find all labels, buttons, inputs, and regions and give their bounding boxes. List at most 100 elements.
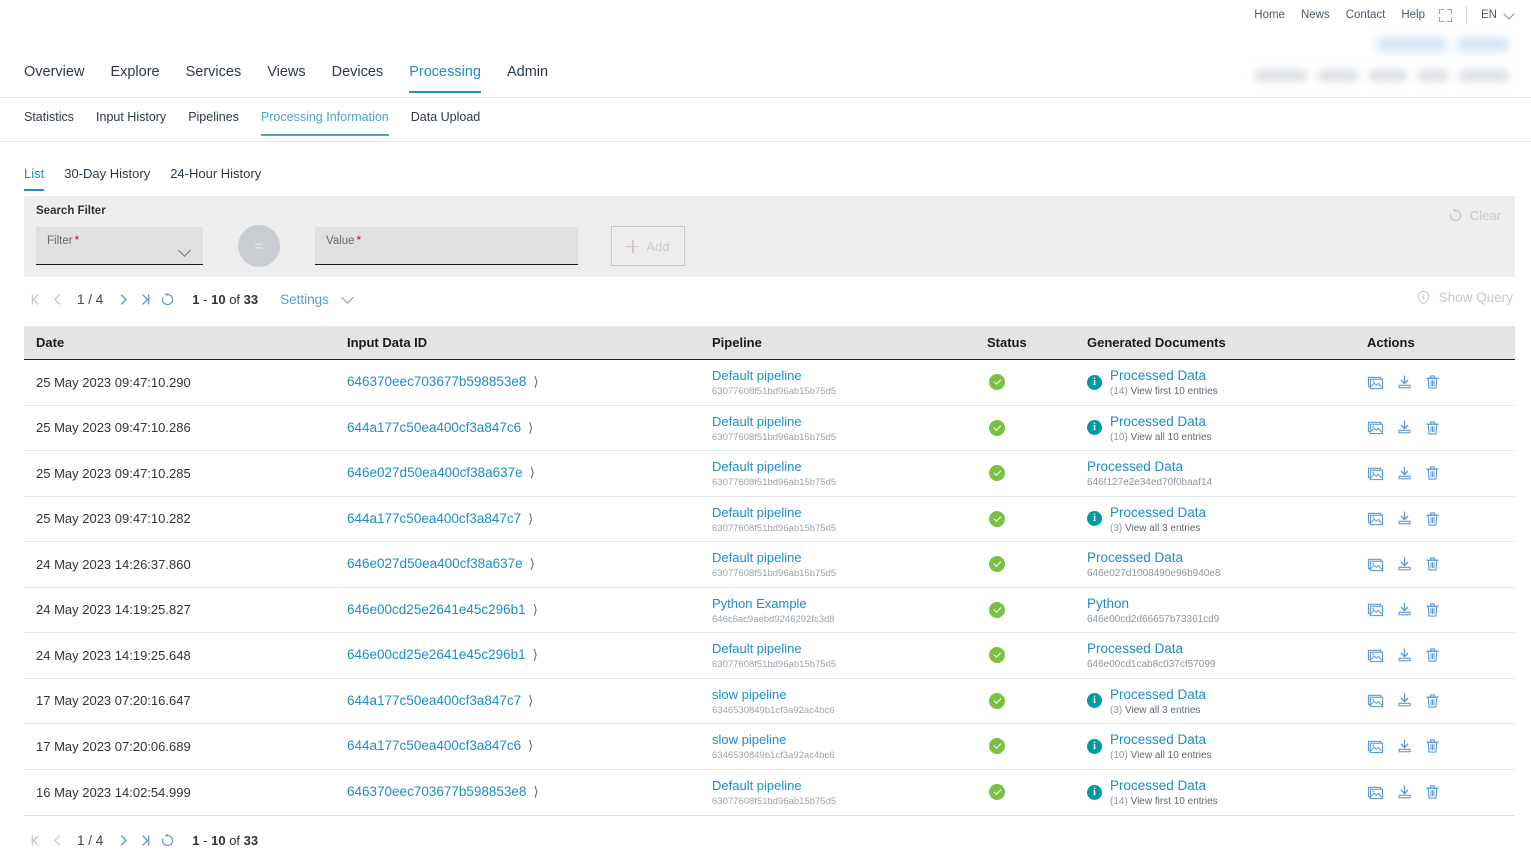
subnav-item-input-history[interactable]: Input History <box>96 110 166 135</box>
first-page-icon[interactable] <box>24 288 46 310</box>
next-page-icon[interactable] <box>112 829 134 851</box>
column-header-generated-documents[interactable]: Generated Documents <box>1087 335 1367 350</box>
download-icon[interactable] <box>1397 602 1412 617</box>
show-query-button[interactable]: Show Query <box>1416 290 1513 305</box>
generated-document-link[interactable]: Processed Data <box>1110 778 1206 793</box>
pipeline-link[interactable]: Python Example <box>712 596 807 611</box>
pipeline-link[interactable]: Default pipeline <box>712 505 802 520</box>
image-preview-icon[interactable] <box>1367 739 1384 754</box>
input-data-id-link[interactable]: 644a177c50ea400cf3a847c7 <box>347 693 521 708</box>
image-preview-icon[interactable] <box>1367 466 1384 481</box>
info-icon[interactable]: i <box>1087 375 1102 390</box>
filter-select[interactable]: Filter* <box>36 227 203 265</box>
expand-chevron-icon[interactable]: ⟩ <box>533 784 538 799</box>
input-data-id-link[interactable]: 646370eec703677b598853e8 <box>347 374 526 389</box>
topbar-link-news[interactable]: News <box>1301 9 1330 21</box>
pipeline-link[interactable]: Default pipeline <box>712 778 802 793</box>
first-page-icon[interactable] <box>24 829 46 851</box>
expand-chevron-icon[interactable]: ⟩ <box>530 556 535 571</box>
image-preview-icon[interactable] <box>1367 602 1384 617</box>
generated-document-entries[interactable]: (3) View all 3 entries <box>1110 523 1206 534</box>
subnav-item-data-upload[interactable]: Data Upload <box>411 110 481 135</box>
nav-item-overview[interactable]: Overview <box>24 64 84 92</box>
nav-item-devices[interactable]: Devices <box>332 64 384 92</box>
add-filter-button[interactable]: Add <box>611 226 685 266</box>
generated-document-entries[interactable]: (3) View all 3 entries <box>1110 705 1206 716</box>
delete-icon[interactable] <box>1425 374 1440 390</box>
input-data-id-link[interactable]: 646370eec703677b598853e8 <box>347 784 526 799</box>
input-data-id-link[interactable]: 644a177c50ea400cf3a847c7 <box>347 511 521 526</box>
filter-operator-button[interactable]: = <box>238 225 280 267</box>
generated-document-link[interactable]: Processed Data <box>1087 550 1183 565</box>
nav-item-views[interactable]: Views <box>267 64 305 92</box>
delete-icon[interactable] <box>1425 465 1440 481</box>
filter-value-input[interactable]: Value* <box>315 227 578 265</box>
image-preview-icon[interactable] <box>1367 511 1384 526</box>
expand-chevron-icon[interactable]: ⟩ <box>528 693 533 708</box>
tab-list[interactable]: List <box>24 166 44 191</box>
last-page-icon[interactable] <box>134 288 156 310</box>
nav-item-services[interactable]: Services <box>186 64 242 92</box>
image-preview-icon[interactable] <box>1367 693 1384 708</box>
nav-item-admin[interactable]: Admin <box>507 64 548 92</box>
topbar-link-help[interactable]: Help <box>1401 9 1425 21</box>
generated-document-link[interactable]: Processed Data <box>1110 414 1206 429</box>
download-icon[interactable] <box>1397 693 1412 708</box>
refresh-icon[interactable] <box>156 288 178 310</box>
subnav-item-statistics[interactable]: Statistics <box>24 110 74 135</box>
expand-chevron-icon[interactable]: ⟩ <box>533 374 538 389</box>
input-data-id-link[interactable]: 644a177c50ea400cf3a847c6 <box>347 420 521 435</box>
pipeline-link[interactable]: Default pipeline <box>712 368 802 383</box>
download-icon[interactable] <box>1397 648 1412 663</box>
delete-icon[interactable] <box>1425 693 1440 709</box>
tab-24-hour-history[interactable]: 24-Hour History <box>170 166 261 191</box>
generated-document-entries[interactable]: (10) View all 10 entries <box>1110 432 1212 443</box>
pipeline-link[interactable]: Default pipeline <box>712 459 802 474</box>
generated-document-entries[interactable]: (10) View all 10 entries <box>1110 750 1212 761</box>
column-header-date[interactable]: Date <box>24 335 347 350</box>
info-icon[interactable]: i <box>1087 739 1102 754</box>
expand-chevron-icon[interactable]: ⟩ <box>528 420 533 435</box>
info-icon[interactable]: i <box>1087 693 1102 708</box>
topbar-link-contact[interactable]: Contact <box>1346 9 1386 21</box>
tab-30-day-history[interactable]: 30-Day History <box>64 166 150 191</box>
nav-item-processing[interactable]: Processing <box>409 64 481 92</box>
language-selector[interactable]: EN <box>1481 9 1513 21</box>
column-header-status[interactable]: Status <box>987 335 1087 350</box>
download-icon[interactable] <box>1397 420 1412 435</box>
nav-item-explore[interactable]: Explore <box>110 64 159 92</box>
delete-icon[interactable] <box>1425 647 1440 663</box>
download-icon[interactable] <box>1397 511 1412 526</box>
image-preview-icon[interactable] <box>1367 557 1384 572</box>
download-icon[interactable] <box>1397 557 1412 572</box>
pipeline-link[interactable]: Default pipeline <box>712 550 802 565</box>
delete-icon[interactable] <box>1425 511 1440 527</box>
next-page-icon[interactable] <box>112 288 134 310</box>
expand-chevron-icon[interactable]: ⟩ <box>528 738 533 753</box>
previous-page-icon[interactable] <box>46 829 68 851</box>
expand-chevron-icon[interactable]: ⟩ <box>533 647 538 662</box>
download-icon[interactable] <box>1397 739 1412 754</box>
image-preview-icon[interactable] <box>1367 375 1384 390</box>
last-page-icon[interactable] <box>134 829 156 851</box>
previous-page-icon[interactable] <box>46 288 68 310</box>
delete-icon[interactable] <box>1425 738 1440 754</box>
topbar-link-home[interactable]: Home <box>1254 9 1285 21</box>
subnav-item-processing-information[interactable]: Processing Information <box>261 110 389 135</box>
image-preview-icon[interactable] <box>1367 785 1384 800</box>
download-icon[interactable] <box>1397 466 1412 481</box>
input-data-id-link[interactable]: 646e00cd25e2641e45c296b1 <box>347 647 526 662</box>
generated-document-entries[interactable]: (14) View first 10 entries <box>1110 796 1218 807</box>
generated-document-link[interactable]: Processed Data <box>1110 505 1206 520</box>
delete-icon[interactable] <box>1425 784 1440 800</box>
settings-button[interactable]: Settings <box>280 292 329 307</box>
input-data-id-link[interactable]: 646e027d50ea400cf38a637e <box>347 556 523 571</box>
info-icon[interactable]: i <box>1087 785 1102 800</box>
refresh-icon[interactable] <box>156 829 178 851</box>
download-icon[interactable] <box>1397 785 1412 800</box>
expand-chevron-icon[interactable]: ⟩ <box>530 465 535 480</box>
pipeline-link[interactable]: Default pipeline <box>712 641 802 656</box>
fullscreen-icon[interactable] <box>1439 9 1452 22</box>
generated-document-entries[interactable]: (14) View first 10 entries <box>1110 386 1218 397</box>
chevron-down-icon[interactable] <box>341 291 354 304</box>
